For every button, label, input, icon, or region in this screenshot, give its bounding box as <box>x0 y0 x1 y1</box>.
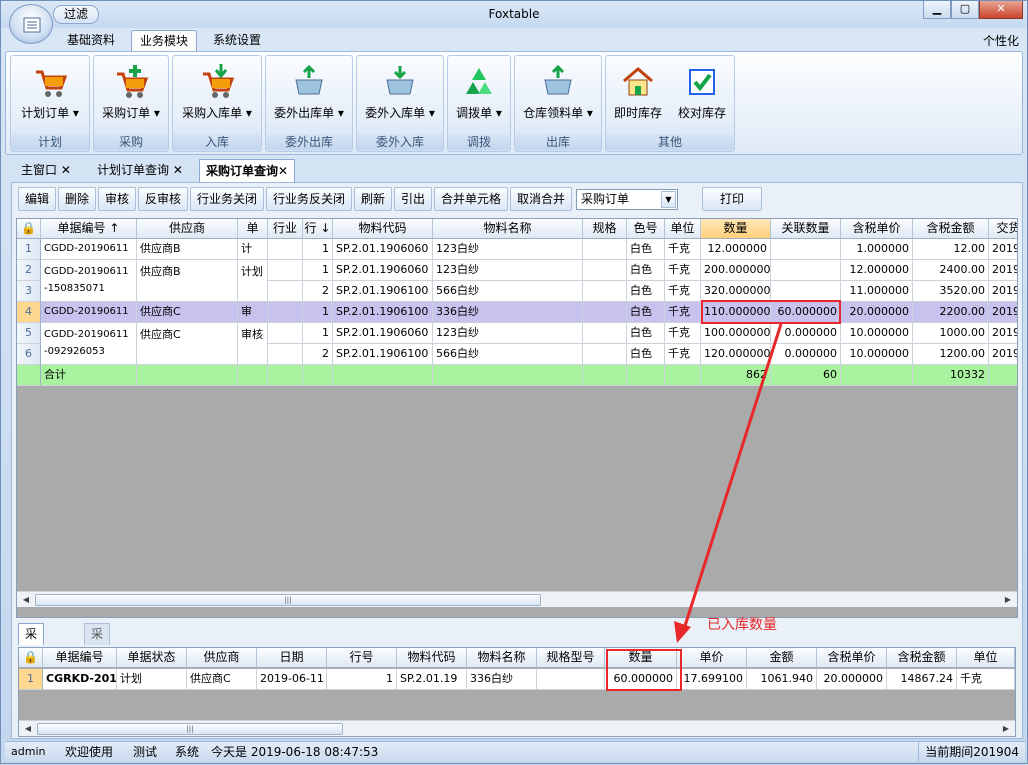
annotation-arrow <box>674 323 783 643</box>
app-window: 过滤 Foxtable ▁ ▢ ✕ 基础资料 业务模块 系统设置 个性化 计划订… <box>0 0 1028 764</box>
